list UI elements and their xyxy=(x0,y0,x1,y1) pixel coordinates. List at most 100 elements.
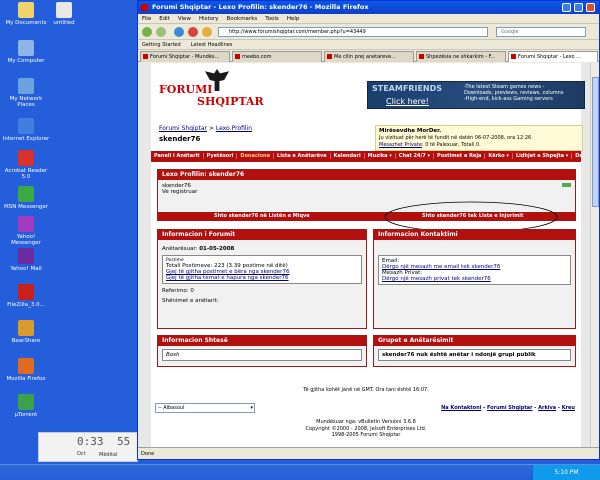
clock-gadget: 0:33 55 Oct Mëdital xyxy=(38,432,138,462)
footer-link[interactable]: Forumi Shqiptar xyxy=(487,405,533,411)
menu-item[interactable]: History xyxy=(199,16,219,22)
add-friend-link[interactable]: Shto skender76 në Listën e Miqve xyxy=(214,212,310,221)
bookmark-item[interactable]: Latest Headlines xyxy=(191,42,233,48)
footer-link[interactable]: Kreu xyxy=(562,405,575,411)
desktop-app-icon xyxy=(18,40,34,56)
bookmarks-toolbar: Getting Started Latest Headlines xyxy=(138,40,599,50)
private-messages-link[interactable]: Mesazhet Private xyxy=(379,142,422,148)
url-input[interactable]: http://www.forumishqiptar.com/member.php… xyxy=(218,27,488,37)
find-threads-link[interactable]: Gjej të gjitha temat e hapura nga skende… xyxy=(166,275,358,281)
desktop-app-icon xyxy=(18,150,34,166)
scrollbar-thumb[interactable] xyxy=(592,77,599,207)
desktop-icon[interactable]: Internet Explorer xyxy=(2,118,50,142)
forward-arrow-icon[interactable] xyxy=(156,27,166,37)
desktop-icon-label: MSN Messenger xyxy=(4,204,48,210)
site-logo[interactable]: FORUMI SHQIPTAR xyxy=(159,69,269,113)
member-notes-label: Shënimet e anëtarit: xyxy=(162,298,219,304)
desktop-icon-label: µTorrent xyxy=(14,412,38,418)
tab-favicon-icon xyxy=(235,54,240,59)
desktop-icon[interactable]: My Computer xyxy=(2,40,50,64)
maximize-button[interactable] xyxy=(574,3,583,12)
contact-header: Informacion Kontaktimi xyxy=(374,230,575,240)
browser-tab[interactable]: Forumi Shqiptar - Lexo ... xyxy=(508,51,598,62)
footer-link[interactable]: Arkiva xyxy=(538,405,556,411)
forum-nav-item[interactable]: Postimet e Reja xyxy=(434,153,486,159)
desktop-app-icon xyxy=(18,358,34,374)
desktop-icon[interactable]: BearShare xyxy=(2,320,50,344)
page-title: skender76 xyxy=(159,135,201,143)
desktop-icon[interactable]: Yahoo! Mail xyxy=(2,248,50,272)
groups-value: skender76 nuk është anëtar i ndonjë grup… xyxy=(378,349,571,361)
back-arrow-icon[interactable] xyxy=(142,27,152,37)
bookmark-item[interactable]: Getting Started xyxy=(142,42,181,48)
forum-nav-item[interactable]: Kalendari xyxy=(330,153,365,159)
search-input[interactable]: Google xyxy=(496,27,586,37)
steam-banner[interactable]: STEAMFRIENDS Click here! -The latest Ste… xyxy=(367,81,585,109)
forum-nav-item[interactable]: Lidhjet e Shpejta ▾ xyxy=(512,153,573,159)
logo-line2: SHQIPTAR xyxy=(197,95,264,108)
desktop-icon[interactable]: µTorrent xyxy=(2,394,50,418)
menu-item[interactable]: File xyxy=(142,16,151,22)
desktop-icon[interactable]: My Network Places xyxy=(2,78,50,109)
forum-nav-item[interactable]: Paneli i Anëtarit xyxy=(151,153,204,159)
desktop-app-icon xyxy=(18,216,34,232)
window-titlebar[interactable]: Forumi Shqiptar - Lexo Profilin: skender… xyxy=(138,1,599,14)
tab-label: Me cilin prej anetareve... xyxy=(334,54,396,60)
extra-info-panel: Informacion Shtesë Bosh xyxy=(157,335,367,367)
welcome-box: Mirësevdhe MorDer. Ju vizituat për herë … xyxy=(375,125,583,151)
desktop-icon[interactable]: FileZilla_3.0... xyxy=(2,284,50,308)
firefox-window: Forumi Shqiptar - Lexo Profilin: skender… xyxy=(137,0,600,460)
reload-icon[interactable] xyxy=(174,27,184,37)
browser-tab[interactable]: Me cilin prej anetareve... xyxy=(324,51,414,62)
favicon-icon xyxy=(141,4,148,11)
taskbar: 5:10 PM xyxy=(0,464,600,480)
forum-nav-item[interactable]: Chat 24/7 ▾ xyxy=(395,153,435,159)
desktop-app-icon xyxy=(18,248,34,264)
taskbar-clock[interactable]: 5:10 PM xyxy=(532,465,600,480)
menu-item[interactable]: View xyxy=(178,16,191,22)
desktop-icon[interactable]: Yahoo! Messenger xyxy=(2,216,50,247)
desktop-icon[interactable]: Acrobat Reader 5.0 xyxy=(2,150,50,181)
menu-item[interactable]: Edit xyxy=(159,16,170,22)
desktop-icon[interactable]: untitled xyxy=(40,2,88,26)
breadcrumb-section[interactable]: Lexo Profilin xyxy=(216,125,252,132)
forum-nav-item[interactable]: Pyetësori xyxy=(203,153,238,159)
tab-label: meebo.com xyxy=(242,54,272,60)
browser-tab[interactable]: meebo.com xyxy=(232,51,322,62)
close-button[interactable] xyxy=(586,3,595,12)
desktop-app-icon xyxy=(18,186,34,202)
style-select[interactable]: -- Albasoul ▾ xyxy=(155,403,255,413)
home-icon[interactable] xyxy=(202,27,212,37)
welcome-last-visit: Ju vizituat për herë të fundit në datën … xyxy=(379,135,532,142)
tab-favicon-icon xyxy=(511,54,516,59)
style-select-value: -- Albasoul xyxy=(158,405,185,411)
desktop-icon[interactable]: Mozilla Firefox xyxy=(2,358,50,382)
forum-nav-item[interactable]: Donacione xyxy=(237,153,275,159)
forum-nav-item[interactable]: Dalja xyxy=(572,153,581,159)
forum-nav-item[interactable]: Lista e Anëtarëve xyxy=(274,153,331,159)
banner-cta[interactable]: Click here! xyxy=(386,97,429,106)
joined-value: 01-05-2008 xyxy=(199,246,235,252)
stop-icon[interactable] xyxy=(188,27,198,37)
desktop-icon[interactable]: MSN Messenger xyxy=(2,186,50,210)
desktop-app-icon xyxy=(18,320,34,336)
desktop-icon-label: My Network Places xyxy=(9,96,43,109)
menu-item[interactable]: Tools xyxy=(265,16,279,22)
menu-item[interactable]: Help xyxy=(287,16,300,22)
page-scrollbar[interactable] xyxy=(590,63,599,447)
send-pm-link[interactable]: Dërgo një mesazh privat tek skender76 xyxy=(382,276,567,282)
desktop-app-icon xyxy=(18,394,34,410)
desktop-app-icon xyxy=(18,2,34,18)
welcome-greeting: Mirësevdhe MorDer. xyxy=(379,128,442,134)
desktop-icon-label: Mozilla Firefox xyxy=(6,376,46,382)
minimize-button[interactable] xyxy=(562,3,571,12)
private-messages-count: : 0 të Palexuar, Totali 0. xyxy=(421,142,481,149)
menu-item[interactable]: Bookmarks xyxy=(227,16,258,22)
forum-nav-item[interactable]: Kërko ▾ xyxy=(485,153,513,159)
groups-header: Grupet e Anëtarësimit xyxy=(374,336,575,346)
browser-tab[interactable]: Forumi Shqiptar - Mundës... xyxy=(140,51,230,62)
breadcrumb-home[interactable]: Forumi Shqiptar xyxy=(159,125,207,132)
footer-link[interactable]: Na Kontaktoni xyxy=(441,405,481,411)
browser-tab[interactable]: Shpezësia ne shkarkim - F... xyxy=(416,51,506,62)
forum-nav-item[interactable]: Muzika ▾ xyxy=(364,153,396,159)
